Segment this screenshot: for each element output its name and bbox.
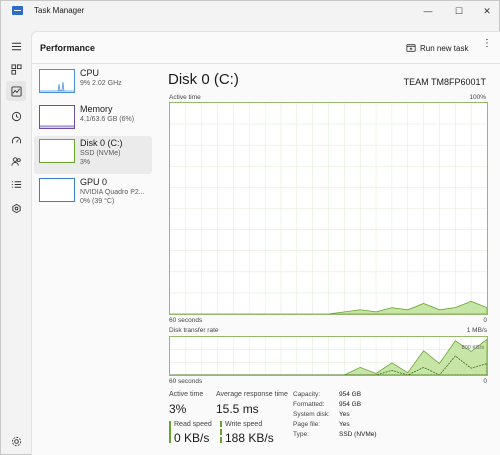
property-value: SSD (NVMe) <box>339 431 377 438</box>
startup-apps-icon[interactable] <box>6 130 26 150</box>
device-detail: NVIDIA Quadro P2... <box>80 189 145 196</box>
minimize-button[interactable]: — <box>417 3 439 19</box>
active-time-stat-label: Active time <box>169 391 204 398</box>
write-speed-label: Write speed <box>225 421 263 428</box>
active-time-chart <box>169 102 488 315</box>
avg-response-label: Average response time <box>216 391 288 398</box>
window-title: Task Manager <box>34 6 85 15</box>
property-key: Type: <box>293 431 309 438</box>
run-task-icon <box>406 44 416 52</box>
device-item-memory[interactable]: Memory 4.1/63.6 GB (6%) <box>34 102 152 140</box>
avg-response-value: 15.5 ms <box>216 402 259 416</box>
close-button[interactable]: ✕ <box>476 3 498 19</box>
write-speed-value: 188 KB/s <box>225 431 274 445</box>
gpu-thumbnail <box>39 178 75 202</box>
property-key: Capacity: <box>293 391 321 398</box>
device-detail: 4.1/63.6 GB (6%) <box>80 116 135 123</box>
memory-thumbnail <box>39 105 75 129</box>
task-manager-window: Task Manager — ☐ ✕ Performance Run new t… <box>0 0 500 455</box>
page-title: Performance <box>40 43 96 53</box>
active-time-max: 100% <box>469 94 486 101</box>
services-icon[interactable] <box>6 198 26 218</box>
active-time-stat-value: 3% <box>169 402 187 416</box>
performance-panel: Performance Run new task ⋮ CPU 9% 2.02 G… <box>31 31 500 455</box>
transfer-rate-chart: 800 KB/s <box>169 336 488 376</box>
device-detail: 9% 2.02 GHz <box>80 80 122 87</box>
device-model: TEAM TM8FP6001T <box>403 77 486 87</box>
property-value: 954 GB <box>339 401 362 408</box>
transfer-rate-gridline-label: 800 KB/s <box>461 345 484 351</box>
active-time-plot <box>170 103 488 315</box>
processes-icon[interactable] <box>6 59 26 79</box>
property-value: 954 GB <box>339 391 362 398</box>
read-speed-label: Read speed <box>174 421 212 428</box>
device-usage: 0% (39 °C) <box>80 198 115 205</box>
device-name: CPU <box>80 68 100 78</box>
read-speed-indicator <box>169 421 171 443</box>
transfer-rate-x-right: 0 <box>483 378 487 385</box>
transfer-rate-x-left: 60 seconds <box>169 378 203 385</box>
run-new-task-label: Run new task <box>420 43 469 53</box>
device-name: Disk 0 (C:) <box>80 138 123 148</box>
hamburger-menu-icon[interactable] <box>6 36 26 56</box>
transfer-rate-label: Disk transfer rate <box>169 327 219 334</box>
task-manager-app-icon <box>12 6 23 15</box>
disk-thumbnail <box>39 139 75 163</box>
device-item-disk[interactable]: Disk 0 (C:) SSD (NVMe) 3% <box>34 136 152 174</box>
active-time-x-left: 60 seconds <box>169 317 203 324</box>
cpu-thumbnail <box>39 69 75 93</box>
active-time-x-right: 0 <box>483 317 487 324</box>
title-bar[interactable]: Task Manager — ☐ ✕ <box>1 1 499 21</box>
run-new-task-button[interactable]: Run new task <box>406 40 468 56</box>
performance-icon[interactable] <box>6 81 26 101</box>
device-item-gpu[interactable]: GPU 0 NVIDIA Quadro P2... 0% (39 °C) <box>34 175 152 213</box>
read-speed-value: 0 KB/s <box>174 431 210 445</box>
device-usage: 3% <box>80 159 91 166</box>
write-speed-indicator <box>220 421 222 443</box>
device-name: GPU 0 <box>80 177 108 187</box>
header-divider <box>32 63 500 64</box>
transfer-rate-max: 1 MB/s <box>466 327 487 334</box>
device-item-cpu[interactable]: CPU 9% 2.02 GHz <box>34 66 152 104</box>
property-value: Yes <box>339 421 350 428</box>
property-key: Formatted: <box>293 401 325 408</box>
details-icon[interactable] <box>6 174 26 194</box>
device-title: Disk 0 (C:) <box>168 71 239 88</box>
active-time-label: Active time <box>169 94 201 101</box>
app-history-icon[interactable] <box>6 106 26 126</box>
property-key: System disk: <box>293 411 330 418</box>
device-name: Memory <box>80 104 113 114</box>
maximize-button[interactable]: ☐ <box>448 3 470 19</box>
property-key: Page file: <box>293 421 321 428</box>
more-options-button[interactable]: ⋮ <box>482 38 493 49</box>
settings-icon[interactable] <box>6 431 26 451</box>
users-icon[interactable] <box>6 151 26 171</box>
transfer-rate-plot <box>170 337 488 376</box>
navigation-rail <box>1 31 31 455</box>
property-value: Yes <box>339 411 350 418</box>
device-detail: SSD (NVMe) <box>80 150 121 157</box>
